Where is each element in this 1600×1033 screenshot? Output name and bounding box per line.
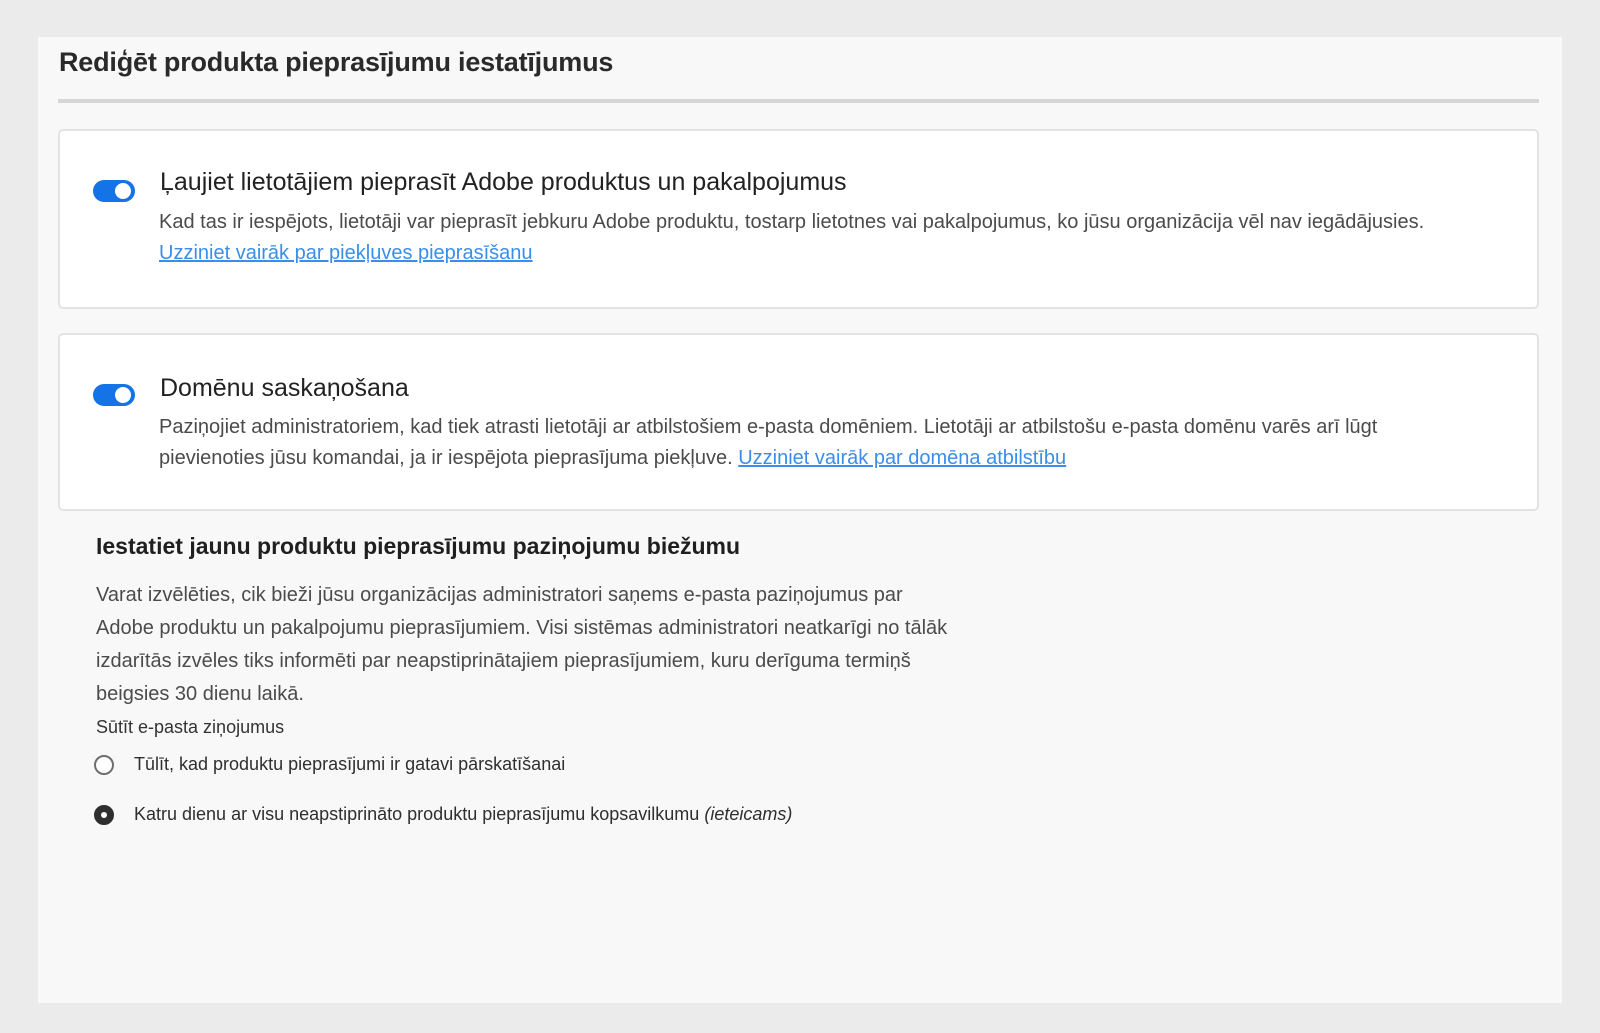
radio-button-daily[interactable] <box>94 804 114 825</box>
recommended-note: (ieteicams) <box>704 804 793 824</box>
access-request-learn-more-link[interactable]: Uzziniet vairāk par piekļuves pieprasīša… <box>159 242 533 264</box>
access-request-title: Ļaujiet lietotājiem pieprasīt Adobe prod… <box>160 168 847 196</box>
domain-matching-learn-more-link[interactable]: Uzziniet vairāk par domēna atbilstību <box>738 447 1066 469</box>
domain-matching-title: Domēnu saskaņošana <box>160 374 409 402</box>
access-request-description: Kad tas ir iespējots, lietotāji var piep… <box>159 211 1425 233</box>
access-request-card: Ļaujiet lietotājiem pieprasīt Adobe prod… <box>58 129 1539 309</box>
radio-option-daily[interactable]: Katru dienu ar visu neapstiprināto produ… <box>94 804 792 825</box>
title-divider <box>58 99 1539 103</box>
radio-button-immediate[interactable] <box>94 754 114 775</box>
page-title: Rediģēt produkta pieprasījumu iestatījum… <box>59 47 614 77</box>
access-request-link-container: Uzziniet vairāk par piekļuves pieprasīša… <box>159 242 533 265</box>
domain-matching-description-block: Paziņojiet administratoriem, kad tiek at… <box>159 412 1459 474</box>
radio-label-daily: Katru dienu ar visu neapstiprināto produ… <box>134 804 793 824</box>
radio-option-immediate[interactable]: Tūlīt, kad produktu pieprasījumi ir gata… <box>94 754 565 775</box>
domain-matching-card: Domēnu saskaņošana Paziņojiet administra… <box>58 333 1539 511</box>
notification-frequency-title: Iestatiet jaunu produktu pieprasījumu pa… <box>96 533 741 559</box>
access-request-toggle[interactable] <box>93 180 135 202</box>
domain-matching-toggle[interactable] <box>93 384 135 406</box>
send-email-label: Sūtīt e-pasta ziņojumus <box>96 717 285 737</box>
radio-label-immediate: Tūlīt, kad produktu pieprasījumi ir gata… <box>134 754 566 774</box>
notification-frequency-description: Varat izvēlēties, cik bieži jūsu organiz… <box>96 584 948 705</box>
settings-panel: Rediģēt produkta pieprasījumu iestatījum… <box>38 37 1562 1003</box>
